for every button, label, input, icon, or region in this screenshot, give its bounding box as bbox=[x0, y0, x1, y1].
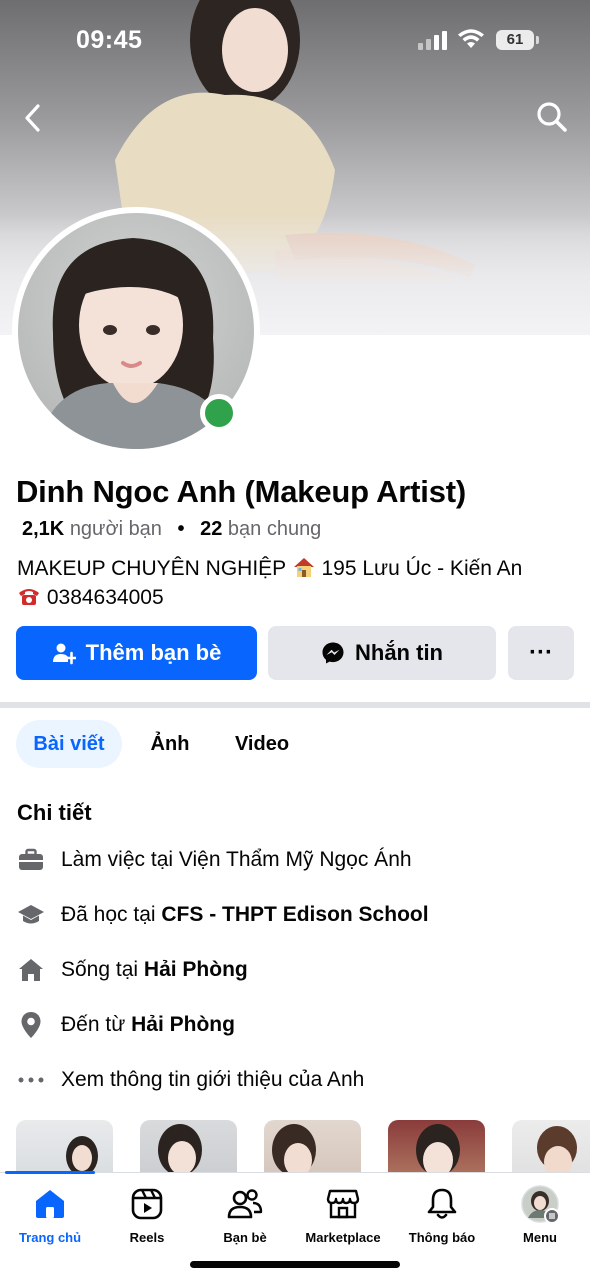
tab-posts[interactable]: Bài viết bbox=[16, 720, 122, 768]
message-button[interactable]: Nhắn tin bbox=[268, 626, 496, 680]
profile-avatar-icon bbox=[520, 1184, 560, 1224]
featured-photos-row bbox=[16, 1120, 590, 1180]
nav-marketplace[interactable]: Marketplace bbox=[293, 1184, 393, 1245]
detail-lives-text: Sống tại Hải Phòng bbox=[61, 958, 248, 982]
wifi-icon bbox=[458, 29, 484, 48]
stats-separator: • bbox=[177, 518, 185, 540]
see-about-info-link[interactable]: Xem thông tin giới thiệu của Anh bbox=[17, 1060, 364, 1100]
nav-friends-label: Bạn bè bbox=[223, 1230, 267, 1245]
detail-from: Đến từ Hải Phòng bbox=[17, 1005, 235, 1045]
status-bar: 09:45 61 bbox=[0, 0, 590, 80]
detail-lives: Sống tại Hải Phòng bbox=[17, 950, 248, 990]
search-icon bbox=[537, 102, 567, 132]
detail-education-text: Đã học tại CFS - THPT Edison School bbox=[61, 903, 429, 927]
online-status-indicator bbox=[200, 394, 238, 432]
bio-line-1: MAKEUP CHUYÊN NGHIỆP 195 Lưu Úc - Kiến A… bbox=[17, 554, 577, 583]
nav-reels-label: Reels bbox=[129, 1230, 165, 1245]
detail-work: Làm việc tại Viện Thẩm Mỹ Ngọc Ánh bbox=[17, 840, 412, 880]
home-indicator bbox=[190, 1261, 400, 1268]
featured-photo[interactable] bbox=[140, 1120, 237, 1180]
nav-menu[interactable]: Menu bbox=[490, 1184, 590, 1245]
telephone-emoji-icon bbox=[19, 589, 39, 605]
details-heading: Chi tiết bbox=[17, 800, 92, 825]
detail-from-value[interactable]: Hải Phòng bbox=[131, 1013, 235, 1036]
more-dots-icon: ··· bbox=[529, 639, 553, 666]
reels-icon bbox=[127, 1184, 167, 1224]
add-friend-button[interactable]: Thêm bạn bè bbox=[16, 626, 257, 680]
status-time: 09:45 bbox=[76, 26, 143, 54]
friends-label: người bạn bbox=[69, 518, 162, 540]
bio-line-2: 0384634005 bbox=[17, 583, 577, 612]
battery-icon: 61 bbox=[496, 30, 539, 50]
detail-lives-value[interactable]: Hải Phòng bbox=[144, 958, 248, 981]
signal-icon bbox=[418, 30, 447, 50]
detail-from-text: Đến từ Hải Phòng bbox=[61, 1013, 235, 1037]
featured-photo[interactable] bbox=[264, 1120, 361, 1180]
active-tab-indicator bbox=[5, 1171, 95, 1174]
detail-education-prefix: Đã học tại bbox=[61, 903, 162, 926]
see-about-info-text: Xem thông tin giới thiệu của Anh bbox=[61, 1068, 365, 1091]
nav-reels[interactable]: Reels bbox=[97, 1184, 197, 1245]
search-button[interactable] bbox=[534, 99, 570, 135]
briefcase-icon bbox=[17, 846, 45, 874]
message-label: Nhắn tin bbox=[355, 640, 443, 665]
house-emoji-icon bbox=[293, 558, 314, 577]
add-friend-label: Thêm bạn bè bbox=[85, 640, 222, 665]
back-button[interactable] bbox=[18, 98, 50, 138]
bio-headline: MAKEUP CHUYÊN NGHIỆP bbox=[17, 557, 286, 580]
friends-count[interactable]: 2,1K bbox=[22, 518, 64, 540]
bio-address: 195 Lưu Úc - Kiến An bbox=[321, 557, 523, 580]
tab-photos[interactable]: Ảnh bbox=[140, 720, 200, 768]
nav-marketplace-label: Marketplace bbox=[305, 1230, 381, 1245]
home-filled-icon bbox=[17, 956, 45, 984]
tab-video[interactable]: Video bbox=[226, 720, 298, 768]
detail-education-value[interactable]: CFS - THPT Edison School bbox=[161, 903, 428, 926]
detail-work-text: Làm việc tại Viện Thẩm Mỹ Ngọc Ánh bbox=[61, 848, 412, 871]
add-friend-icon bbox=[52, 643, 76, 665]
friends-icon bbox=[225, 1184, 265, 1224]
nav-notifications[interactable]: Thông báo bbox=[392, 1184, 492, 1245]
home-icon bbox=[30, 1184, 70, 1224]
detail-from-prefix: Đến từ bbox=[61, 1013, 132, 1036]
chevron-left-icon bbox=[25, 104, 40, 132]
graduation-cap-icon bbox=[17, 901, 45, 929]
detail-education: Đã học tại CFS - THPT Edison School bbox=[17, 895, 429, 935]
nav-menu-label: Menu bbox=[523, 1230, 557, 1245]
friend-stats: 2,1K người bạn • 22 bạn chung bbox=[22, 518, 321, 541]
nav-notifications-label: Thông báo bbox=[408, 1230, 476, 1245]
featured-photo[interactable] bbox=[388, 1120, 485, 1180]
profile-bio: MAKEUP CHUYÊN NGHIỆP 195 Lưu Úc - Kiến A… bbox=[17, 554, 577, 612]
messenger-icon bbox=[322, 642, 344, 664]
marketplace-icon bbox=[323, 1184, 363, 1224]
profile-name: Dinh Ngoc Anh (Makeup Artist) bbox=[16, 474, 466, 509]
section-divider bbox=[0, 702, 590, 708]
nav-friends[interactable]: Bạn bè bbox=[195, 1184, 295, 1245]
location-pin-icon bbox=[17, 1011, 45, 1039]
nav-home-label: Trang chủ bbox=[18, 1230, 82, 1245]
more-dots-icon bbox=[17, 1066, 45, 1094]
more-options-button[interactable]: ··· bbox=[508, 626, 574, 680]
featured-photo[interactable] bbox=[512, 1120, 590, 1180]
mutual-friends-count[interactable]: 22 bbox=[200, 518, 222, 540]
detail-lives-prefix: Sống tại bbox=[61, 958, 144, 981]
mutual-friends-label: bạn chung bbox=[227, 518, 322, 540]
bell-icon bbox=[422, 1184, 462, 1224]
bio-phone: 0384634005 bbox=[46, 586, 164, 609]
nav-home[interactable]: Trang chủ bbox=[0, 1184, 100, 1245]
